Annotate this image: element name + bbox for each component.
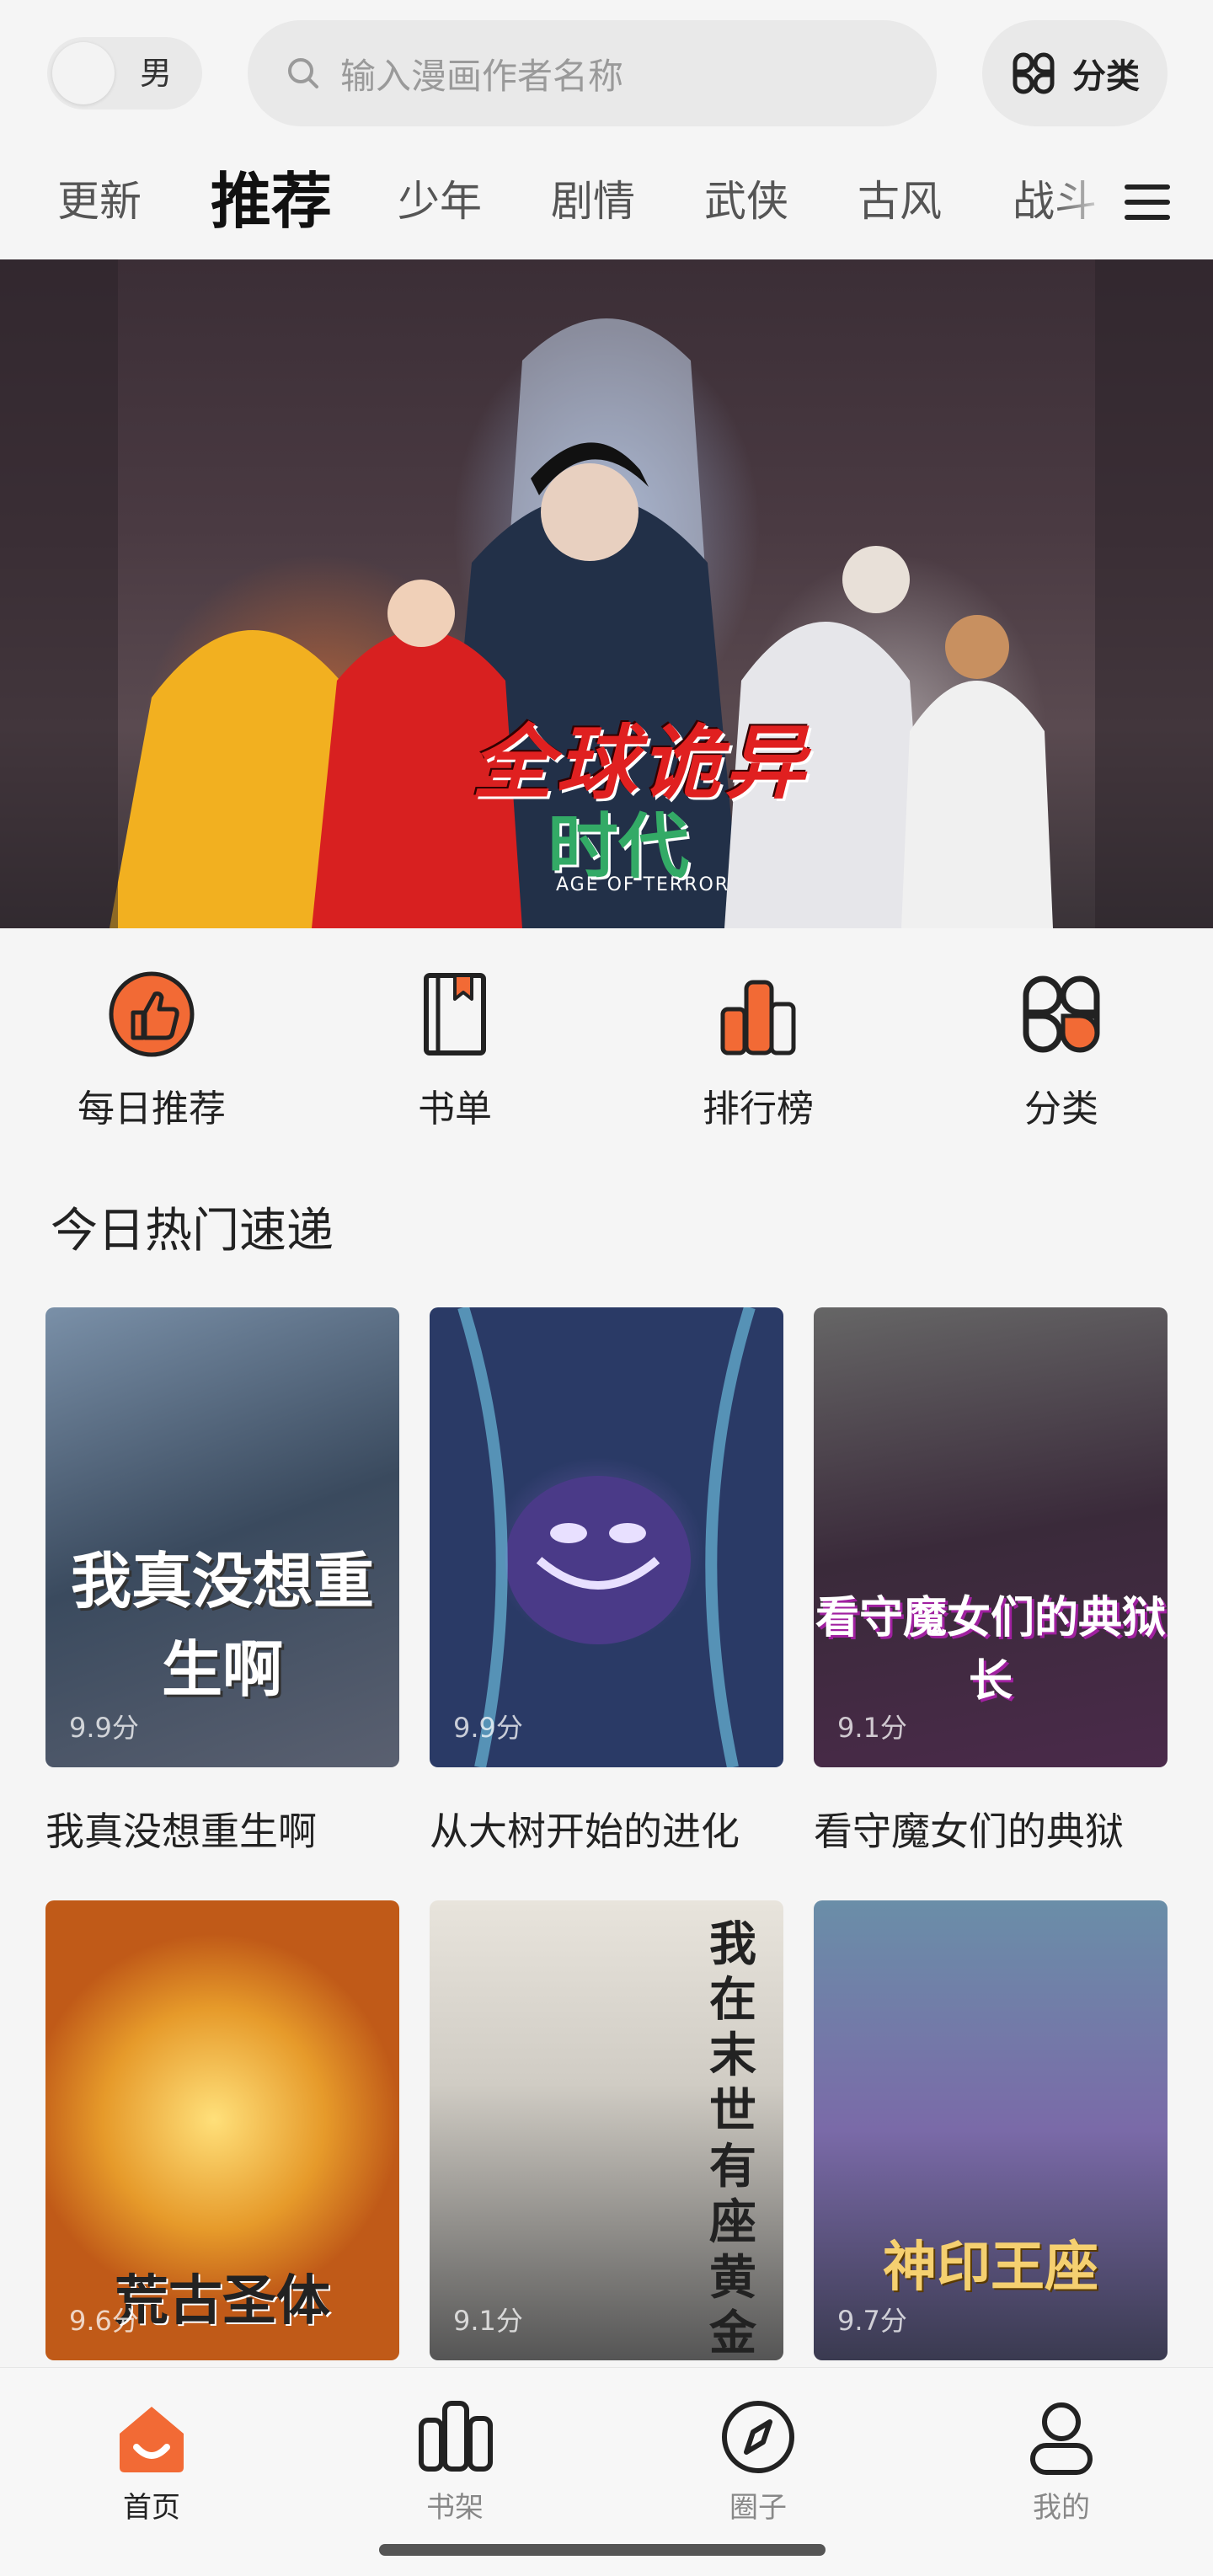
category-grid-icon: [1013, 52, 1055, 94]
search-input[interactable]: 输入漫画作者名称: [248, 20, 937, 126]
tab-wuxia[interactable]: 武侠: [704, 148, 788, 259]
nav-circle[interactable]: 圈子: [674, 2385, 842, 2536]
comic-cover: 荒古圣体 9.6分: [45, 1900, 399, 2360]
tab-drama[interactable]: 剧情: [551, 148, 635, 259]
quick-entries: 每日推荐 书单 排行榜 分类: [0, 928, 1213, 1156]
cover-title-art: 我在末世有座黄金宫: [709, 1917, 756, 2360]
comic-score: 9.9分: [453, 1712, 523, 1744]
comic-cover: 我在末世有座黄金宫 9.1分: [430, 1900, 783, 2360]
comic-cover: 9.9分: [430, 1307, 783, 1767]
category-grid-icon: [1023, 975, 1100, 1053]
comic-score: 9.9分: [69, 1712, 139, 1744]
nav-label: 书架: [426, 2491, 484, 2525]
comic-score: 9.1分: [837, 1712, 907, 1744]
cover-artwork: [457, 1307, 756, 1767]
channel-tabs: 更新 推荐 少年 剧情 武侠 古风 战斗: [0, 148, 1213, 259]
nav-profile[interactable]: 我的: [977, 2385, 1146, 2536]
bookshelf-icon: [419, 2401, 493, 2472]
tabs-fade: [1053, 148, 1112, 259]
home-icon: [120, 2407, 184, 2472]
bookmark-book-icon: [424, 973, 486, 1056]
comic-score: 9.7分: [837, 2305, 907, 2337]
nav-label: 首页: [123, 2491, 180, 2525]
quick-label: 分类: [1024, 1088, 1098, 1130]
search-icon: [288, 58, 318, 88]
quick-booklist[interactable]: 书单: [345, 970, 564, 1139]
comic-cover: 看守魔女们的典狱长 9.1分: [814, 1307, 1168, 1767]
comic-score: 9.6分: [69, 2305, 139, 2337]
menu-icon[interactable]: [1122, 177, 1173, 227]
gender-toggle-knob: [52, 42, 115, 104]
banner-carousel[interactable]: 全球诡异 时代 AGE OF TERROR: [0, 259, 1213, 928]
tab-recommend[interactable]: 推荐: [211, 148, 332, 259]
section-title: 今日热门速递: [51, 1204, 334, 1259]
tab-update[interactable]: 更新: [57, 148, 142, 259]
tab-ancient[interactable]: 古风: [858, 148, 942, 259]
nav-label: 圈子: [729, 2491, 787, 2525]
cover-title-art: 神印王座: [883, 2237, 1098, 2299]
quick-label: 排行榜: [703, 1088, 814, 1130]
category-button-label: 分类: [1072, 57, 1140, 96]
nav-home[interactable]: 首页: [67, 2385, 236, 2536]
ranking-bars-icon: [720, 980, 796, 1056]
search-placeholder: 输入漫画作者名称: [340, 55, 624, 97]
comic-score: 9.1分: [453, 2305, 523, 2337]
thumbs-up-icon: [109, 971, 195, 1057]
comic-title: 从大树开始的进化: [430, 1809, 740, 1854]
cover-title-art: 我真没想重生啊: [70, 1546, 374, 1705]
nav-bookshelf[interactable]: 书架: [371, 2385, 539, 2536]
quick-label: 每日推荐: [77, 1088, 226, 1130]
quick-daily-recommend[interactable]: 每日推荐: [42, 970, 261, 1139]
quick-category[interactable]: 分类: [952, 970, 1171, 1139]
home-indicator: [379, 2544, 826, 2556]
tab-youth[interactable]: 少年: [398, 148, 482, 259]
comic-title: 我真没想重生啊: [45, 1809, 317, 1854]
comic-cover: 神印王座 9.7分: [814, 1900, 1168, 2360]
banner-subtitle: AGE OF TERROR: [556, 874, 730, 895]
nav-label: 我的: [1033, 2491, 1090, 2525]
cover-title-art: 看守魔女们的典狱长: [815, 1593, 1166, 1707]
comic-title: 看守魔女们的典狱: [814, 1809, 1124, 1854]
comic-cover: 我真没想重生啊 9.9分: [45, 1307, 399, 1767]
gender-label: 男: [140, 55, 173, 92]
category-button[interactable]: 分类: [982, 20, 1168, 126]
quick-ranking[interactable]: 排行榜: [649, 970, 868, 1139]
top-bar: 男 输入漫画作者名称 分类: [0, 0, 1213, 148]
gender-toggle[interactable]: 男: [47, 37, 202, 110]
quick-label: 书单: [418, 1088, 492, 1130]
compass-icon: [722, 2401, 794, 2473]
profile-icon: [1030, 2402, 1093, 2475]
